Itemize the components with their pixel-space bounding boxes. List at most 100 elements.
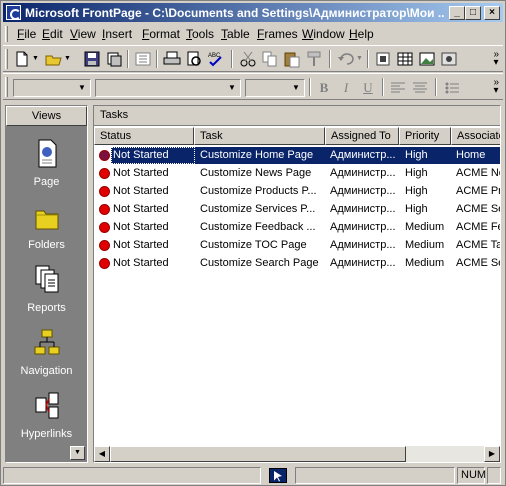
open-folder-icon[interactable] xyxy=(45,50,63,68)
chevron-down-icon[interactable]: ▼ xyxy=(289,81,303,95)
views-scroll-down-icon[interactable]: ▼ xyxy=(70,446,85,460)
task-assigned: Администр... xyxy=(330,257,396,269)
column-assigned-to[interactable]: Assigned To xyxy=(325,127,399,145)
status-dot-icon xyxy=(99,186,110,197)
toolbar-options-icon[interactable]: » ▾ xyxy=(493,50,499,68)
column-associated[interactable]: Associate xyxy=(451,127,500,145)
publish-icon[interactable] xyxy=(105,50,123,68)
view-navigation[interactable]: Navigation xyxy=(6,327,87,387)
task-priority: Medium xyxy=(405,257,445,269)
bullets-icon[interactable] xyxy=(443,79,461,97)
view-folders[interactable]: Folders xyxy=(6,201,87,261)
new-page-icon[interactable] xyxy=(13,50,31,68)
undo-dropdown-icon[interactable]: ▼ xyxy=(356,55,363,62)
task-assigned: Администр... xyxy=(330,221,396,233)
chevron-down-icon[interactable]: ▼ xyxy=(75,81,89,95)
task-name: Customize Services P... xyxy=(200,203,316,215)
minimize-button[interactable]: _ xyxy=(449,6,465,20)
task-row[interactable]: Not Started Customize Services P... Адми… xyxy=(94,201,500,219)
format-painter-icon[interactable] xyxy=(305,50,323,68)
new-dropdown-icon[interactable]: ▼ xyxy=(32,55,39,62)
underline-button[interactable]: U xyxy=(358,79,378,97)
scroll-right-icon[interactable]: ▶ xyxy=(484,446,500,462)
task-row[interactable]: Not Started Customize News Page Админист… xyxy=(94,165,500,183)
bold-button[interactable]: B xyxy=(314,79,334,97)
align-center-icon[interactable] xyxy=(411,79,429,97)
align-left-icon[interactable] xyxy=(389,79,407,97)
menu-help[interactable]: Help xyxy=(349,27,374,41)
spelling-icon[interactable]: ABC xyxy=(207,50,225,68)
task-row[interactable]: Not Started Customize TOC Page Администр… xyxy=(94,237,500,255)
menubar-grip[interactable] xyxy=(5,26,8,42)
chevron-down-icon[interactable]: ▼ xyxy=(225,81,239,95)
scroll-left-icon[interactable]: ◀ xyxy=(94,446,110,462)
menu-file[interactable]: File xyxy=(17,27,36,41)
open-dropdown-icon[interactable]: ▼ xyxy=(64,55,71,62)
scroll-thumb[interactable] xyxy=(110,446,406,462)
font-size-combo[interactable]: ▼ xyxy=(245,79,305,97)
task-status: Not Started xyxy=(113,149,169,161)
view-label: Navigation xyxy=(20,365,73,377)
task-priority: High xyxy=(405,185,428,197)
paste-icon[interactable] xyxy=(283,50,301,68)
style-combo[interactable]: ▼ xyxy=(13,79,91,97)
print-icon[interactable] xyxy=(163,50,181,68)
task-associated: ACME Ne xyxy=(456,167,500,179)
cut-icon[interactable] xyxy=(239,50,257,68)
toolbar-grip[interactable] xyxy=(5,49,8,69)
close-button[interactable]: × xyxy=(484,6,500,20)
task-status: Not Started xyxy=(113,257,169,269)
menu-table[interactable]: Table xyxy=(221,27,250,41)
view-page[interactable]: Page xyxy=(6,138,87,198)
undo-icon[interactable] xyxy=(337,50,355,68)
task-row[interactable]: Not Started Customize Feedback ... Админ… xyxy=(94,219,500,237)
task-priority: High xyxy=(405,167,428,179)
folder-list-icon[interactable] xyxy=(134,50,152,68)
save-icon[interactable] xyxy=(83,50,101,68)
connection-icon[interactable] xyxy=(269,468,287,483)
horizontal-scrollbar[interactable]: ◀ ▶ xyxy=(94,446,500,462)
menu-frames[interactable]: Frames xyxy=(257,27,298,41)
toolbar-separator xyxy=(382,78,384,96)
preview-icon[interactable] xyxy=(185,50,203,68)
column-priority[interactable]: Priority xyxy=(399,127,451,145)
insert-component-icon[interactable] xyxy=(374,50,392,68)
column-task[interactable]: Task xyxy=(194,127,325,145)
size-grip[interactable] xyxy=(487,467,501,484)
view-label: Hyperlinks xyxy=(20,428,73,440)
status-bar: NUM xyxy=(3,465,503,485)
column-status[interactable]: Status xyxy=(94,127,194,145)
view-reports[interactable]: Reports xyxy=(6,264,87,324)
num-lock-indicator: NUM xyxy=(457,467,486,484)
status-dot-icon xyxy=(99,150,110,161)
drawing-icon[interactable] xyxy=(440,50,458,68)
title-bar[interactable]: Microsoft FrontPage - C:\Documents and S… xyxy=(3,3,503,22)
frontpage-app-icon[interactable] xyxy=(6,5,21,20)
toolbar-grip[interactable] xyxy=(5,77,8,97)
view-hyperlinks[interactable]: Hyperlinks xyxy=(6,390,87,450)
font-combo[interactable]: ▼ xyxy=(95,79,241,97)
task-row[interactable]: Not Started Customize Search Page Админи… xyxy=(94,255,500,273)
menu-insert[interactable]: Insert xyxy=(102,27,132,41)
task-name: Customize Feedback ... xyxy=(200,221,316,233)
view-label: Reports xyxy=(27,302,66,314)
maximize-button[interactable]: □ xyxy=(465,6,481,20)
task-row[interactable]: Not Started Customize Home Page Админист… xyxy=(94,147,500,165)
menu-window[interactable]: Window xyxy=(302,27,345,41)
task-assigned: Администр... xyxy=(330,239,396,251)
menu-edit[interactable]: Edit xyxy=(42,27,63,41)
toolbar-separator xyxy=(231,50,233,68)
toolbar-separator xyxy=(367,50,369,68)
menu-format[interactable]: Format xyxy=(142,27,180,41)
italic-button[interactable]: I xyxy=(336,79,356,97)
toolbar-separator xyxy=(329,50,331,68)
insert-table-icon[interactable] xyxy=(396,50,414,68)
copy-icon[interactable] xyxy=(261,50,279,68)
task-row[interactable]: Not Started Customize Products P... Адми… xyxy=(94,183,500,201)
insert-picture-icon[interactable] xyxy=(418,50,436,68)
task-status: Not Started xyxy=(113,203,169,215)
toolbar-options-icon[interactable]: » ▾ xyxy=(493,78,499,96)
menu-view[interactable]: View xyxy=(70,27,96,41)
menu-tools[interactable]: Tools xyxy=(186,27,214,41)
task-priority: Medium xyxy=(405,239,445,251)
